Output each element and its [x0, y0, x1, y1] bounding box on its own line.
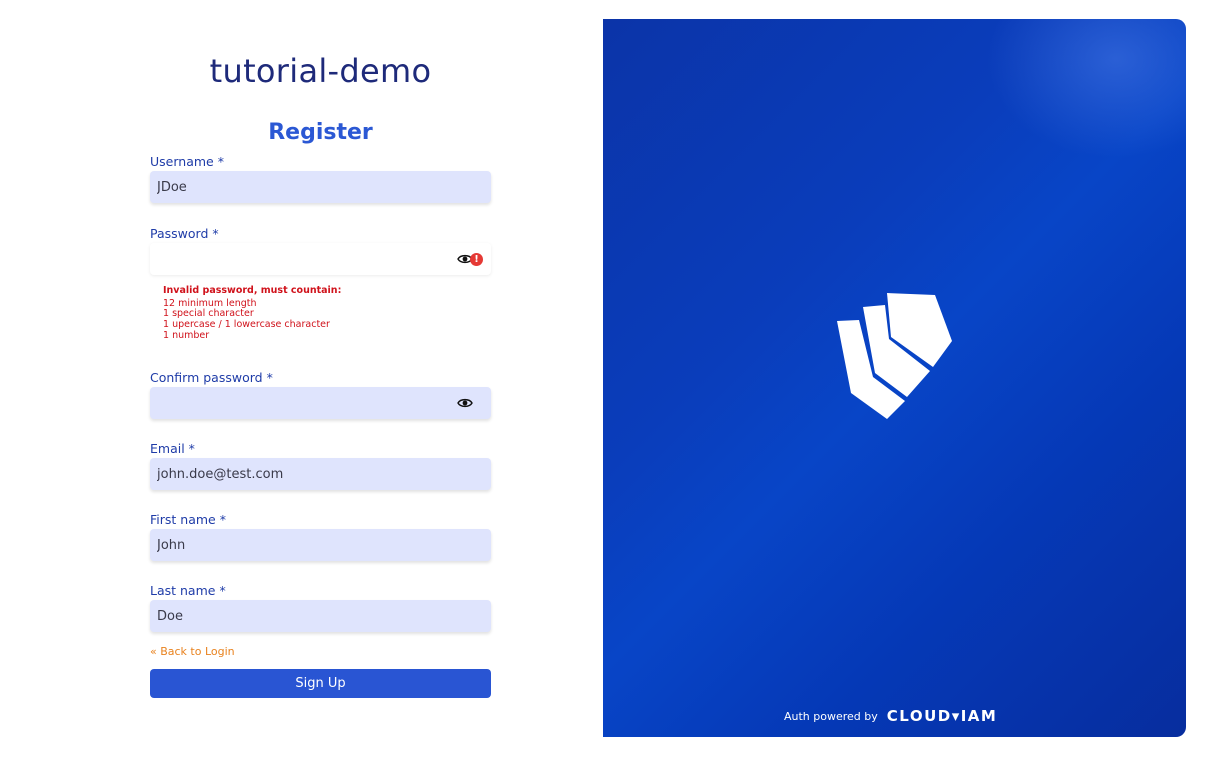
first-name-label: First name *	[150, 512, 226, 527]
hero-panel: Auth powered by CLOUD▾IAM	[603, 19, 1186, 737]
confirm-password-input[interactable]	[150, 387, 491, 419]
email-label: Email *	[150, 441, 195, 456]
password-input[interactable]	[150, 243, 491, 275]
password-rule: 1 number	[163, 329, 210, 341]
form-title: Register	[268, 120, 373, 145]
password-label: Password *	[150, 226, 219, 241]
eye-icon[interactable]	[457, 395, 473, 411]
sign-up-button[interactable]: Sign Up	[150, 669, 491, 698]
last-name-input[interactable]	[150, 600, 491, 632]
last-name-label: Last name *	[150, 583, 226, 598]
brand-logo: CLOUD▾IAM	[886, 707, 998, 725]
error-icon: !	[470, 253, 483, 266]
confirm-password-label: Confirm password *	[150, 370, 273, 385]
first-name-input[interactable]	[150, 529, 491, 561]
username-input[interactable]	[150, 171, 491, 203]
app-title: tutorial-demo	[209, 52, 432, 90]
password-error-message: Invalid password, must countain: 12 mini…	[163, 285, 342, 342]
powered-by: Auth powered by CLOUD▾IAM	[784, 707, 997, 725]
password-error-heading: Invalid password, must countain:	[163, 285, 342, 296]
powered-by-text: Auth powered by	[784, 709, 878, 723]
hero-glow	[986, 19, 1186, 159]
back-to-login-link[interactable]: « Back to Login	[150, 645, 235, 658]
username-label: Username *	[150, 154, 224, 169]
email-input[interactable]	[150, 458, 491, 490]
shield-logo-icon	[837, 293, 952, 419]
